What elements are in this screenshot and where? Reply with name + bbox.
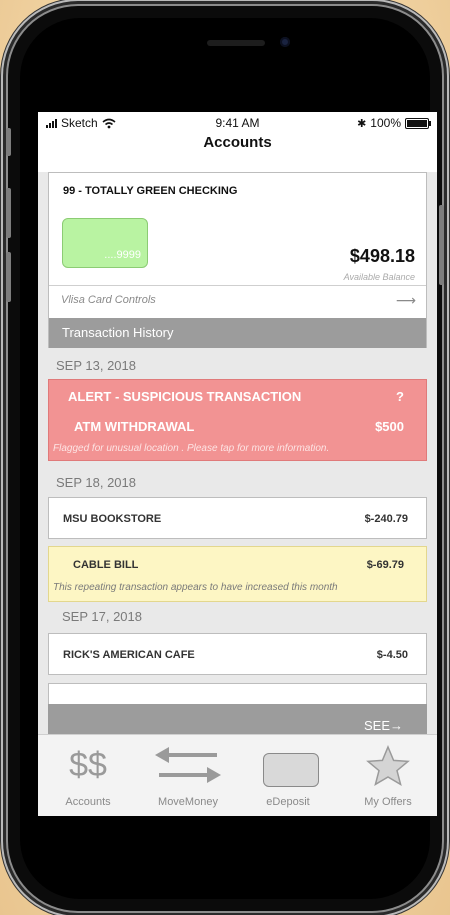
tab-label: MoveMoney	[158, 796, 218, 808]
speaker-grille	[207, 40, 265, 46]
suspicious-transaction-alert[interactable]: ALERT - SUSPICIOUS TRANSACTION ? ATM WIT…	[48, 379, 427, 461]
transaction-row[interactable]: RICK'S AMERICAN CAFE $-4.50	[48, 633, 427, 675]
transaction-amount: $-240.79	[364, 513, 408, 525]
debit-card-thumbnail[interactable]: ....9999	[62, 218, 148, 268]
card-controls-label: Vlisa Card Controls	[61, 294, 156, 306]
volume-down-button	[6, 252, 11, 302]
dollar-icon: $$	[69, 746, 107, 784]
bluetooth-icon: ✱	[357, 117, 367, 130]
transaction-history-header: Transaction History	[49, 318, 426, 348]
volume-up-button	[6, 188, 11, 238]
tab-accounts[interactable]: $$ Accounts	[38, 735, 138, 816]
transaction-name: CABLE BILL	[73, 559, 139, 571]
tab-label: eDeposit	[266, 796, 310, 808]
account-balance: $498.18	[349, 246, 415, 266]
tab-label: Accounts	[65, 796, 111, 808]
transfer-arrows-icon	[138, 743, 238, 787]
status-bar: Sketch 9:41 AM ✱ 100%	[38, 112, 437, 134]
transaction-note: This repeating transaction appears to ha…	[53, 582, 338, 593]
page-title: Accounts	[38, 132, 437, 172]
power-button	[439, 205, 444, 285]
card-icon	[238, 743, 338, 787]
arrow-right-icon: →	[390, 718, 403, 733]
tab-move-money[interactable]: MoveMoney	[138, 735, 238, 816]
alert-transaction-amount: $500	[375, 419, 404, 434]
transaction-row-partial	[48, 683, 427, 705]
alert-title: ALERT - SUSPICIOUS TRANSACTION	[68, 389, 302, 404]
date-header: SEP 18, 2018	[56, 475, 136, 490]
star-icon	[338, 743, 437, 787]
transaction-amount: $-4.50	[376, 649, 408, 661]
silent-switch	[6, 128, 11, 156]
tab-edeposit[interactable]: eDeposit	[238, 735, 338, 816]
card-controls-link[interactable]: Vlisa Card Controls ⟶	[49, 285, 426, 317]
transaction-name: RICK'S AMERICAN CAFE	[63, 649, 195, 661]
date-header: SEP 13, 2018	[56, 358, 136, 373]
arrow-right-icon: ⟶	[395, 292, 416, 308]
battery-group: ✱ 100%	[357, 116, 431, 130]
transaction-row-warning[interactable]: CABLE BILL $-69.79 This repeating transa…	[48, 546, 427, 602]
see-more-button[interactable]: SEE MORE →	[48, 704, 427, 748]
battery-percent: 100%	[370, 116, 401, 130]
alert-transaction-name: ATM WITHDRAWAL	[74, 419, 195, 434]
screen: Sketch 9:41 AM ✱ 100% Accounts 99 - TOTA…	[38, 112, 437, 816]
front-camera	[280, 37, 290, 47]
tab-label: My Offers	[364, 796, 412, 808]
card-number: ....9999	[104, 249, 141, 261]
transaction-history-label: Transaction History	[62, 325, 174, 340]
balance-label: Available Balance	[343, 272, 415, 282]
transaction-row[interactable]: MSU BOOKSTORE $-240.79	[48, 497, 427, 539]
account-card[interactable]: 99 - TOTALLY GREEN CHECKING ....9999 $49…	[48, 172, 427, 348]
help-icon[interactable]: ?	[396, 389, 404, 404]
date-header: SEP 17, 2018	[62, 609, 142, 624]
transaction-name: MSU BOOKSTORE	[63, 513, 162, 525]
account-name: 99 - TOTALLY GREEN CHECKING	[63, 185, 238, 197]
tab-my-offers[interactable]: My Offers	[338, 735, 437, 816]
alert-message: Flagged for unusual location . Please ta…	[53, 443, 330, 454]
tab-bar: $$ Accounts MoveMoney eDeposit My Offers	[38, 734, 437, 816]
battery-icon	[405, 117, 431, 129]
transaction-amount: $-69.79	[366, 559, 404, 571]
